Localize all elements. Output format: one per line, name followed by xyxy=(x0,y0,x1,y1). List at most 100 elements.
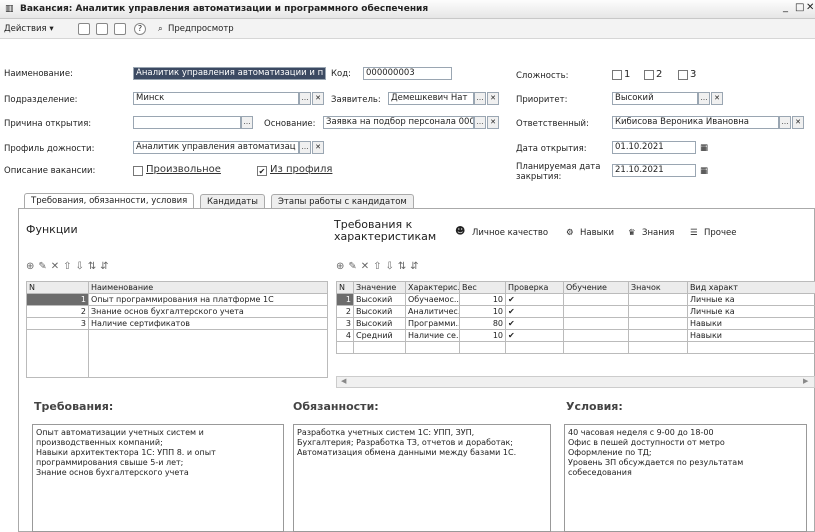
window-title: Вакансия: Аналитик управления автоматиза… xyxy=(20,4,429,14)
profile-label: Профиль дожности: xyxy=(4,144,95,154)
priority-select-button[interactable]: … xyxy=(698,92,710,105)
requirements-memo[interactable]: Опыт автоматизации учетных систем и прои… xyxy=(32,424,284,532)
column-header[interactable]: Обучение xyxy=(563,281,629,294)
scroll-left-icon[interactable]: ◀ xyxy=(341,377,346,385)
column-header[interactable]: N xyxy=(26,281,89,294)
open-date-label: Дата открытия: xyxy=(516,144,587,154)
actions-menu[interactable]: Действия ▾ xyxy=(4,22,54,36)
document-icon[interactable] xyxy=(114,23,126,35)
requirements-toolbar: ⊕✎✕⇧⇩⇅⇵ xyxy=(336,261,423,272)
title-bar: ▥ Вакансия: Аналитик управления автомати… xyxy=(0,0,815,19)
training-checkbox[interactable] xyxy=(563,329,629,342)
structure-icon[interactable] xyxy=(96,23,108,35)
filter-personal-quality[interactable]: Личное качество xyxy=(472,227,548,239)
personal-quality-icon: ☻ xyxy=(455,226,466,237)
functions-table: N Наименование 1 Опыт программирования на … xyxy=(26,281,328,378)
reason-field[interactable] xyxy=(133,116,241,129)
calendar-icon[interactable]: ▦ xyxy=(700,142,708,154)
division-field[interactable]: Минск xyxy=(133,92,299,105)
table-row[interactable]: 1 Опыт программирования на платформе 1С xyxy=(26,293,328,306)
requirements-memo-title: Требования: xyxy=(34,400,114,413)
table-row[interactable]: 3 Высокий Программи... 80 ✔ Навыки xyxy=(336,317,815,330)
close-date-field[interactable]: 21.10.2021 xyxy=(612,164,696,177)
check-checkbox[interactable]: ✔ xyxy=(505,293,564,306)
scroll-right-icon[interactable]: ▶ xyxy=(803,377,808,385)
filter-skills[interactable]: Навыки xyxy=(580,227,614,239)
tab-candidates[interactable]: Кандидаты xyxy=(200,194,265,209)
column-header[interactable]: Значок xyxy=(628,281,688,294)
responsible-clear-icon[interactable]: ✕ xyxy=(792,116,804,129)
table-row[interactable]: 1 Высокий Обучаемос... 10 ✔ Личные ка xyxy=(336,293,815,306)
horizontal-scrollbar[interactable]: ◀ ▶ xyxy=(336,376,815,388)
division-select-button[interactable]: … xyxy=(299,92,311,105)
column-header[interactable]: Наименование xyxy=(88,281,328,294)
complexity-2-checkbox[interactable] xyxy=(644,70,654,80)
profile-field[interactable]: Аналитик управления автоматизац xyxy=(133,141,299,154)
applicant-select-button[interactable]: … xyxy=(474,92,486,105)
column-header[interactable]: Проверка xyxy=(505,281,564,294)
other-icon: ☰ xyxy=(690,228,698,238)
desc-arbitrary-link[interactable]: Произвольное xyxy=(146,164,221,176)
training-checkbox[interactable] xyxy=(563,317,629,330)
tab-stages[interactable]: Этапы работы с кандидатом xyxy=(271,194,414,209)
priority-label: Приоритет: xyxy=(516,95,568,105)
tab-requirements[interactable]: Требования, обязанности, условия xyxy=(24,193,195,209)
code-field[interactable]: 000000003 xyxy=(363,67,452,80)
search-icon: ⌕ xyxy=(158,24,163,34)
knowledge-icon: ♛ xyxy=(628,228,636,238)
conditions-memo[interactable]: 40 часовая неделя с 9-00 до 18-00 Офис в… xyxy=(564,424,807,532)
check-checkbox[interactable]: ✔ xyxy=(505,317,564,330)
profile-clear-icon[interactable]: ✕ xyxy=(312,141,324,154)
desc-label: Описание вакансии: xyxy=(4,166,96,176)
open-date-field[interactable]: 01.10.2021 xyxy=(612,141,696,154)
training-checkbox[interactable] xyxy=(563,305,629,318)
help-icon[interactable]: ? xyxy=(134,23,146,35)
priority-clear-icon[interactable]: ✕ xyxy=(711,92,723,105)
column-header[interactable]: Значение xyxy=(353,281,406,294)
responsible-field[interactable]: Кибисова Вероника Ивановна xyxy=(612,116,779,129)
training-checkbox[interactable] xyxy=(563,293,629,306)
preview-button[interactable]: Предпросмотр xyxy=(168,22,234,36)
save-icon[interactable] xyxy=(78,23,90,35)
priority-field[interactable]: Высокий xyxy=(612,92,698,105)
table-row[interactable]: 2 Знание основ бухгалтерского учета xyxy=(26,305,328,318)
desc-profile-checkbox[interactable]: ✔ xyxy=(257,166,267,176)
calendar-icon[interactable]: ▦ xyxy=(700,165,708,177)
basis-field[interactable]: Заявка на подбор персонала 000 xyxy=(323,116,474,129)
requirements-table: N Значение Характерис... Вес Проверка Об… xyxy=(336,281,815,354)
check-checkbox[interactable]: ✔ xyxy=(505,329,564,342)
duties-memo-title: Обязанности: xyxy=(293,400,379,413)
reason-select-button[interactable]: … xyxy=(241,116,253,129)
column-header[interactable]: Характерис... xyxy=(405,281,460,294)
column-header[interactable]: Вид характ xyxy=(687,281,815,294)
minimize-icon[interactable]: _ xyxy=(783,2,788,13)
filter-other[interactable]: Прочее xyxy=(704,227,736,239)
toolbar: Действия ▾ ? ⌕ Предпросмотр xyxy=(0,19,815,39)
column-header[interactable]: Вес xyxy=(459,281,506,294)
division-clear-icon[interactable]: ✕ xyxy=(312,92,324,105)
table-row[interactable]: 4 Средний Наличие се... 10 ✔ Навыки xyxy=(336,329,815,342)
complexity-1-label: 1 xyxy=(624,69,631,80)
maximize-icon[interactable]: □ xyxy=(795,2,804,13)
conditions-memo-title: Условия: xyxy=(566,400,623,413)
name-field[interactable]: Аналитик управления автоматизации и п xyxy=(133,67,326,80)
applicant-field[interactable]: Демешкевич Нат xyxy=(388,92,474,105)
table-row[interactable]: 2ВысокийАналитичес...10✔Личные ка xyxy=(336,305,815,318)
check-checkbox[interactable]: ✔ xyxy=(505,305,564,318)
basis-select-button[interactable]: … xyxy=(474,116,486,129)
complexity-3-checkbox[interactable] xyxy=(678,70,688,80)
close-icon[interactable]: ✕ xyxy=(806,2,814,13)
table-row[interactable]: 3 Наличие сертификатов xyxy=(26,317,328,330)
profile-select-button[interactable]: … xyxy=(299,141,311,154)
column-header[interactable]: N xyxy=(336,281,354,294)
duties-memo[interactable]: Разработка учетных систем 1С: УПП, ЗУП, … xyxy=(293,424,551,532)
desc-profile-link[interactable]: Из профиля xyxy=(270,164,332,176)
responsible-select-button[interactable]: … xyxy=(779,116,791,129)
basis-clear-icon[interactable]: ✕ xyxy=(487,116,499,129)
skills-icon: ⚙ xyxy=(566,228,574,238)
desc-arbitrary-checkbox[interactable] xyxy=(133,166,143,176)
complexity-1-checkbox[interactable] xyxy=(612,70,622,80)
filter-knowledge[interactable]: Знания xyxy=(642,227,674,239)
basis-label: Основание: xyxy=(264,119,316,129)
applicant-clear-icon[interactable]: ✕ xyxy=(487,92,499,105)
